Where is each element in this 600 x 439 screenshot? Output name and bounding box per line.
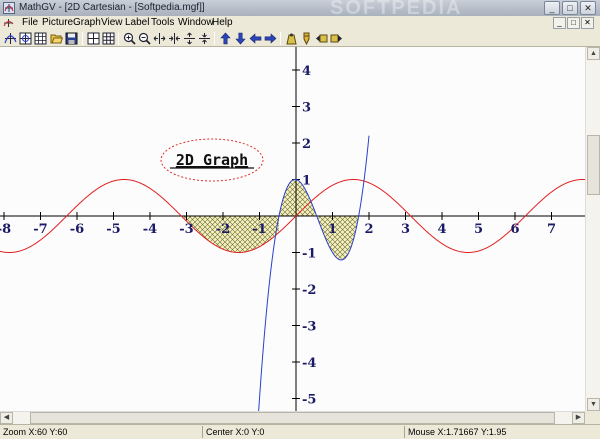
scroll-right-icon[interactable]: ▶	[572, 412, 585, 424]
save-icon[interactable]	[64, 31, 79, 46]
x-tick-label: 3	[401, 222, 410, 237]
x-tick-label: -7	[33, 222, 47, 237]
arrow-up-icon[interactable]	[218, 31, 233, 46]
toolbar-separator	[82, 32, 83, 45]
arrow-right-icon[interactable]	[263, 31, 278, 46]
menu-help[interactable]: Help	[212, 17, 233, 28]
scroll-down-icon[interactable]: ▼	[587, 398, 600, 411]
status-mouse: Mouse X:1.71667 Y:1.95	[408, 427, 507, 437]
open-icon[interactable]	[49, 31, 64, 46]
document-icon[interactable]	[3, 18, 14, 28]
shaded-region	[316, 216, 359, 260]
graph-options-icon[interactable]	[18, 31, 33, 46]
status-center: Center X:0 Y:0	[206, 427, 265, 437]
scroll-left-icon[interactable]: ◀	[0, 412, 13, 424]
marker-icon[interactable]	[299, 31, 314, 46]
graph-label-text: 2D Graph	[176, 151, 248, 169]
arrow-down-icon[interactable]	[233, 31, 248, 46]
graph-plot[interactable]: -8 -7 -6 -5 -4 -3 -2 -1 1 2 3 4 5 6 7 4 3 2 1 -1 -2 -3 -4 -5 2D…	[0, 47, 585, 411]
title-bar[interactable]: MathGV - [2D Cartesian - [Softpedia.mgf]…	[0, 0, 600, 19]
minimize-button[interactable]: _	[544, 1, 560, 15]
stretch-x-icon[interactable]	[152, 31, 167, 46]
x-tick-label: -2	[216, 222, 230, 237]
menu-window[interactable]: Window	[178, 17, 214, 28]
menu-bar: File Picture Graph View Label Tools Wind…	[0, 16, 600, 30]
y-tick-label: -5	[302, 393, 316, 408]
toolbar-separator	[118, 32, 119, 45]
status-divider	[202, 426, 203, 438]
zoom-out-icon[interactable]	[137, 31, 152, 46]
x-tick-label: 7	[547, 222, 556, 237]
x-tick-label: 2	[364, 222, 373, 237]
x-tick-label: -4	[143, 222, 157, 237]
horizontal-scrollbar[interactable]: ◀ ▶	[0, 411, 585, 424]
graph-icon[interactable]	[3, 31, 18, 46]
shrink-y-icon[interactable]	[197, 31, 212, 46]
menu-picture[interactable]: Picture	[42, 17, 73, 28]
scroll-up-icon[interactable]: ▲	[587, 47, 600, 60]
status-zoom: Zoom X:60 Y:60	[3, 427, 68, 437]
tile-icon[interactable]	[86, 31, 101, 46]
y-tick-label: 1	[302, 174, 311, 189]
y-tick-label: -1	[302, 247, 316, 262]
maximize-button[interactable]: □	[562, 1, 578, 15]
vertical-scrollbar[interactable]: ▲ ▼	[585, 47, 600, 411]
x-tick-label: -1	[252, 222, 266, 237]
y-tick-label: -3	[302, 320, 316, 335]
horizontal-scroll-thumb[interactable]	[30, 412, 555, 424]
scrollbar-corner	[585, 411, 600, 424]
label-right-icon[interactable]	[329, 31, 344, 46]
x-tick-label: 1	[328, 222, 337, 237]
menu-graph[interactable]: Graph	[73, 17, 101, 28]
shaded-region	[278, 179, 317, 216]
x-tick-label: 6	[510, 222, 519, 237]
vertical-scroll-thumb[interactable]	[587, 135, 600, 195]
doc-close-button[interactable]: ✕	[581, 17, 594, 29]
y-tick-label: 3	[302, 101, 311, 116]
status-bar: Zoom X:60 Y:60 Center X:0 Y:0 Mouse X:1.…	[0, 424, 600, 439]
x-tick-label: 4	[437, 222, 446, 237]
y-tick-label: -2	[302, 283, 316, 298]
window-title: MathGV - [2D Cartesian - [Softpedia.mgf]…	[19, 2, 205, 13]
x-tick-label: -8	[0, 222, 11, 237]
shrink-x-icon[interactable]	[167, 31, 182, 46]
zoom-in-icon[interactable]	[122, 31, 137, 46]
toolbar-separator	[214, 32, 215, 45]
arrow-left-icon[interactable]	[248, 31, 263, 46]
menu-file[interactable]: File	[22, 17, 38, 28]
x-tick-label: -5	[106, 222, 120, 237]
y-tick-label: -4	[302, 356, 316, 371]
status-divider	[404, 426, 405, 438]
app-icon[interactable]	[3, 2, 15, 14]
y-tick-label: 4	[302, 64, 311, 79]
toolbar-separator	[280, 32, 281, 45]
stretch-y-icon[interactable]	[182, 31, 197, 46]
label-icon[interactable]	[284, 31, 299, 46]
doc-minimize-button[interactable]: _	[553, 17, 566, 29]
x-tick-label: 5	[474, 222, 483, 237]
x-tick-label: -6	[70, 222, 84, 237]
close-button[interactable]: ✕	[580, 1, 596, 15]
menu-label[interactable]: Label	[125, 17, 149, 28]
menu-view[interactable]: View	[101, 17, 123, 28]
tile-grid-icon[interactable]	[101, 31, 116, 46]
graph-canvas[interactable]: -8 -7 -6 -5 -4 -3 -2 -1 1 2 3 4 5 6 7 4 3 2 1 -1 -2 -3 -4 -5 2D…	[0, 47, 585, 411]
toolbar	[0, 30, 600, 47]
x-tick-label: -3	[179, 222, 193, 237]
doc-restore-button[interactable]: □	[567, 17, 580, 29]
label-left-icon[interactable]	[314, 31, 329, 46]
menu-tools[interactable]: Tools	[151, 17, 174, 28]
graph-label[interactable]: 2D Graph	[160, 138, 264, 182]
y-tick-label: 2	[302, 137, 311, 152]
grid-icon[interactable]	[33, 31, 48, 46]
